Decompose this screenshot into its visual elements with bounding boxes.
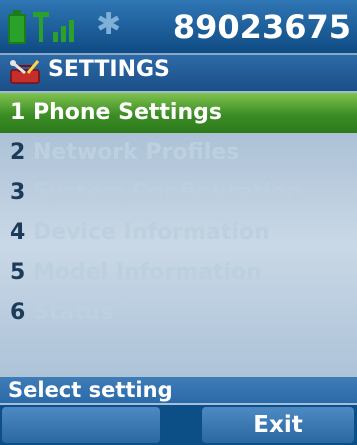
menu-item-label: Model Information <box>32 260 262 285</box>
menu-item-network-profiles[interactable]: 2 Network Profiles <box>0 133 357 173</box>
menu-item-number: 3 <box>10 180 26 205</box>
menu-item-model-information[interactable]: 5 Model Information <box>0 253 357 293</box>
menu-item-phone-settings[interactable]: 1 Phone Settings <box>0 93 357 133</box>
menu-item-label: Status <box>32 300 114 325</box>
exit-softkey-label: Exit <box>253 412 303 438</box>
menu-item-number: 4 <box>10 220 26 245</box>
menu-item-number: 1 <box>10 100 26 125</box>
page-title: SETTINGS <box>48 57 170 82</box>
menu-item-label: System Configuration <box>32 180 302 205</box>
menu-item-label: Network Profiles <box>32 140 240 165</box>
menu-item-number: 6 <box>10 300 26 325</box>
battery-icon <box>8 10 26 44</box>
exit-softkey[interactable]: Exit <box>202 407 354 443</box>
menu-item-label: Phone Settings <box>32 100 222 125</box>
status-bar: ✱ 89023675 <box>0 0 357 53</box>
bluetooth-icon: ✱ <box>96 7 122 42</box>
menu-item-system-configuration[interactable]: 3 System Configuration <box>0 173 357 213</box>
phone-number: 89023675 <box>172 8 351 46</box>
settings-menu: 1 Phone Settings 2 Network Profiles 3 Sy… <box>0 93 357 333</box>
menu-item-number: 5 <box>10 260 26 285</box>
prompt-bar: Select setting <box>0 377 357 403</box>
menu-item-status[interactable]: 6 Status <box>0 293 357 333</box>
phone-screen: ✱ 89023675 SETTINGS 1 Phone Settings 2 N… <box>0 0 357 445</box>
left-softkey[interactable] <box>2 407 160 443</box>
prompt-text: Select setting <box>8 378 173 402</box>
menu-item-label: Device Information <box>32 220 270 245</box>
menu-item-device-information[interactable]: 4 Device Information <box>0 213 357 253</box>
title-bar: SETTINGS <box>0 55 357 91</box>
settings-toolbox-icon <box>10 60 40 84</box>
menu-item-number: 2 <box>10 140 26 165</box>
softkey-bar: Exit <box>0 405 357 445</box>
signal-antenna-icon <box>33 12 79 42</box>
